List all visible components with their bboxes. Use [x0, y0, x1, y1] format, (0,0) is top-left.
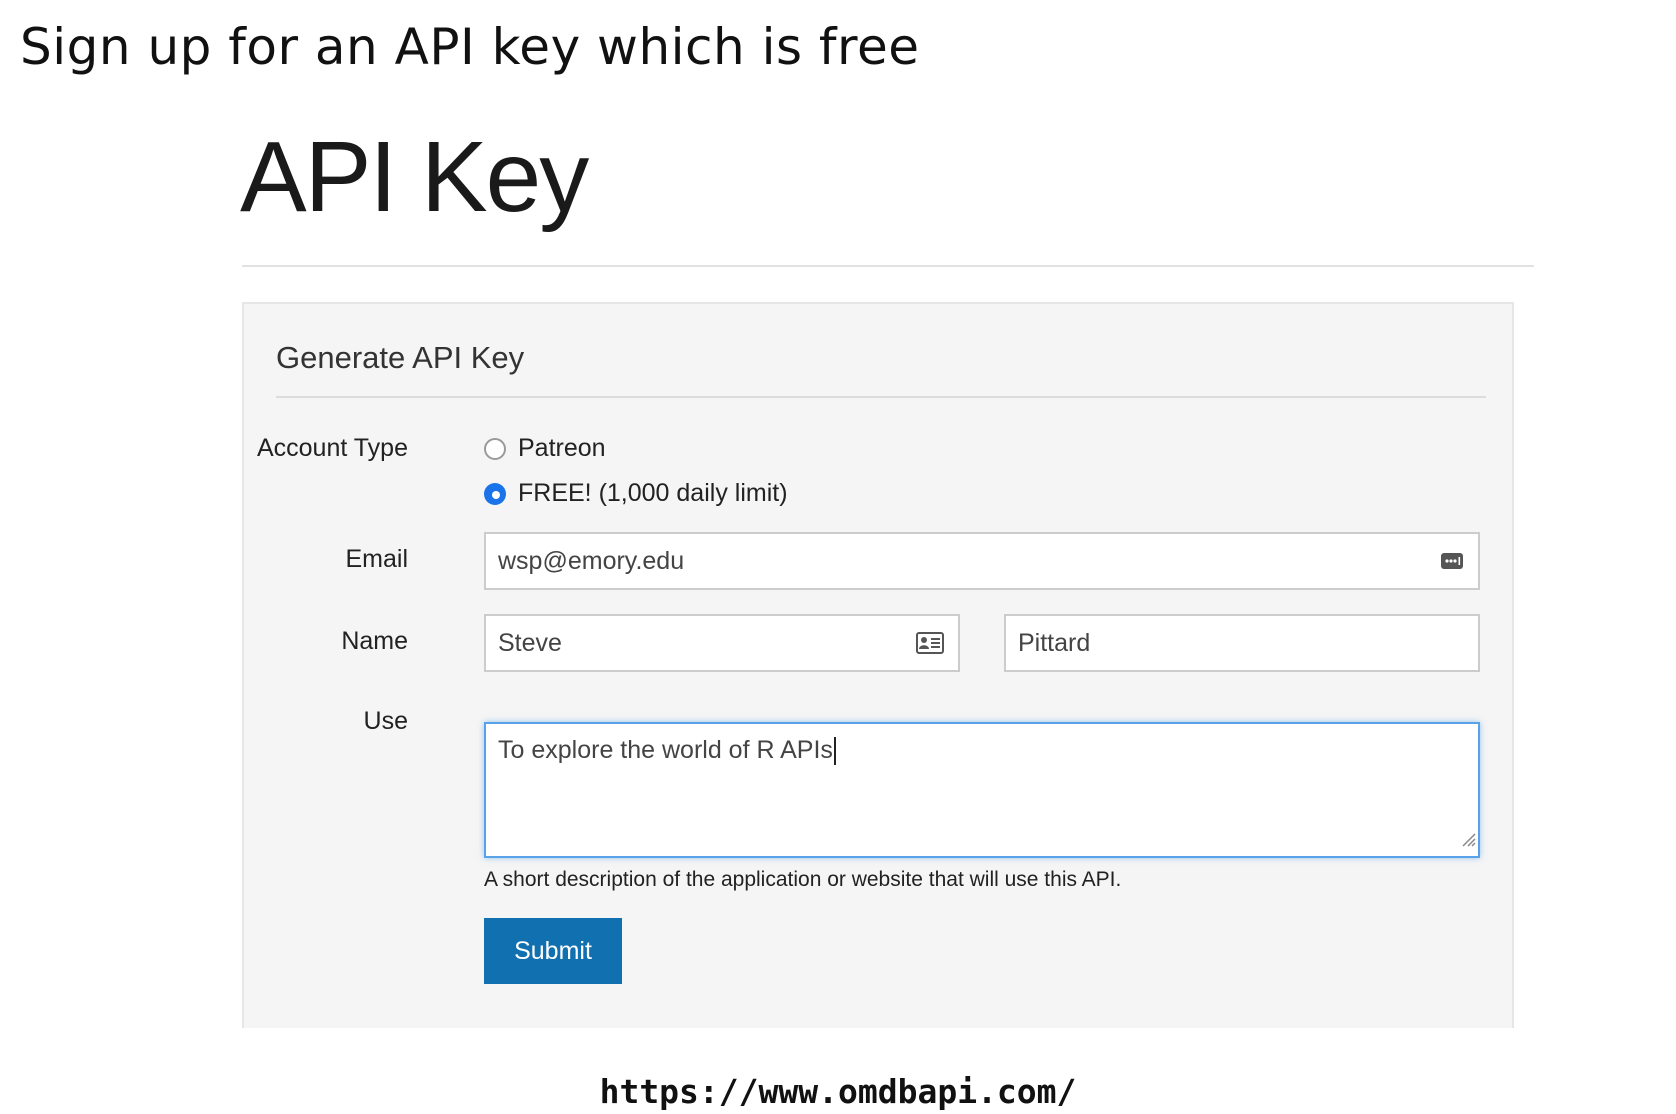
page-heading: API Key [240, 121, 589, 233]
email-value: wsp@emory.edu [498, 546, 685, 575]
first-name-field[interactable]: Steve [484, 614, 960, 672]
source-url: https://www.omdbapi.com/ [599, 1072, 1077, 1111]
radio-unchecked-icon[interactable] [484, 437, 506, 460]
email-label: Email [345, 545, 408, 573]
last-name-value: Pittard [1018, 628, 1091, 657]
last-name-field[interactable]: Pittard [1004, 614, 1480, 672]
text-caret [833, 737, 836, 766]
first-name-value: Steve [498, 628, 562, 657]
radio-option-patreon[interactable]: Patreon [484, 434, 606, 463]
radio-label-patreon: Patreon [518, 434, 606, 462]
use-value: To explore the world of R APIs [498, 736, 833, 764]
contact-card-icon[interactable] [916, 632, 944, 654]
submit-button[interactable]: Submit [484, 918, 622, 984]
email-field[interactable]: wsp@emory.edu [484, 532, 1480, 590]
use-label: Use [363, 707, 408, 735]
resize-grip-icon[interactable] [1460, 825, 1476, 854]
use-help-text: A short description of the application o… [484, 868, 1122, 891]
use-textarea[interactable]: To explore the world of R APIs [484, 722, 1480, 858]
panel-title: Generate API Key [276, 340, 525, 375]
slide-title: Sign up for an API key which is free [20, 18, 920, 76]
name-label: Name [341, 627, 408, 655]
radio-label-free: FREE! (1,000 daily limit) [518, 479, 788, 507]
radio-option-free[interactable]: FREE! (1,000 daily limit) [484, 479, 788, 508]
panel-divider [276, 396, 1486, 398]
account-type-label: Account Type [256, 434, 408, 462]
autofill-dots-icon[interactable] [1440, 551, 1464, 571]
radio-checked-icon[interactable] [484, 482, 506, 505]
generate-key-panel: Generate API Key Account Type Patreon FR… [242, 302, 1514, 1028]
heading-divider [242, 265, 1534, 267]
